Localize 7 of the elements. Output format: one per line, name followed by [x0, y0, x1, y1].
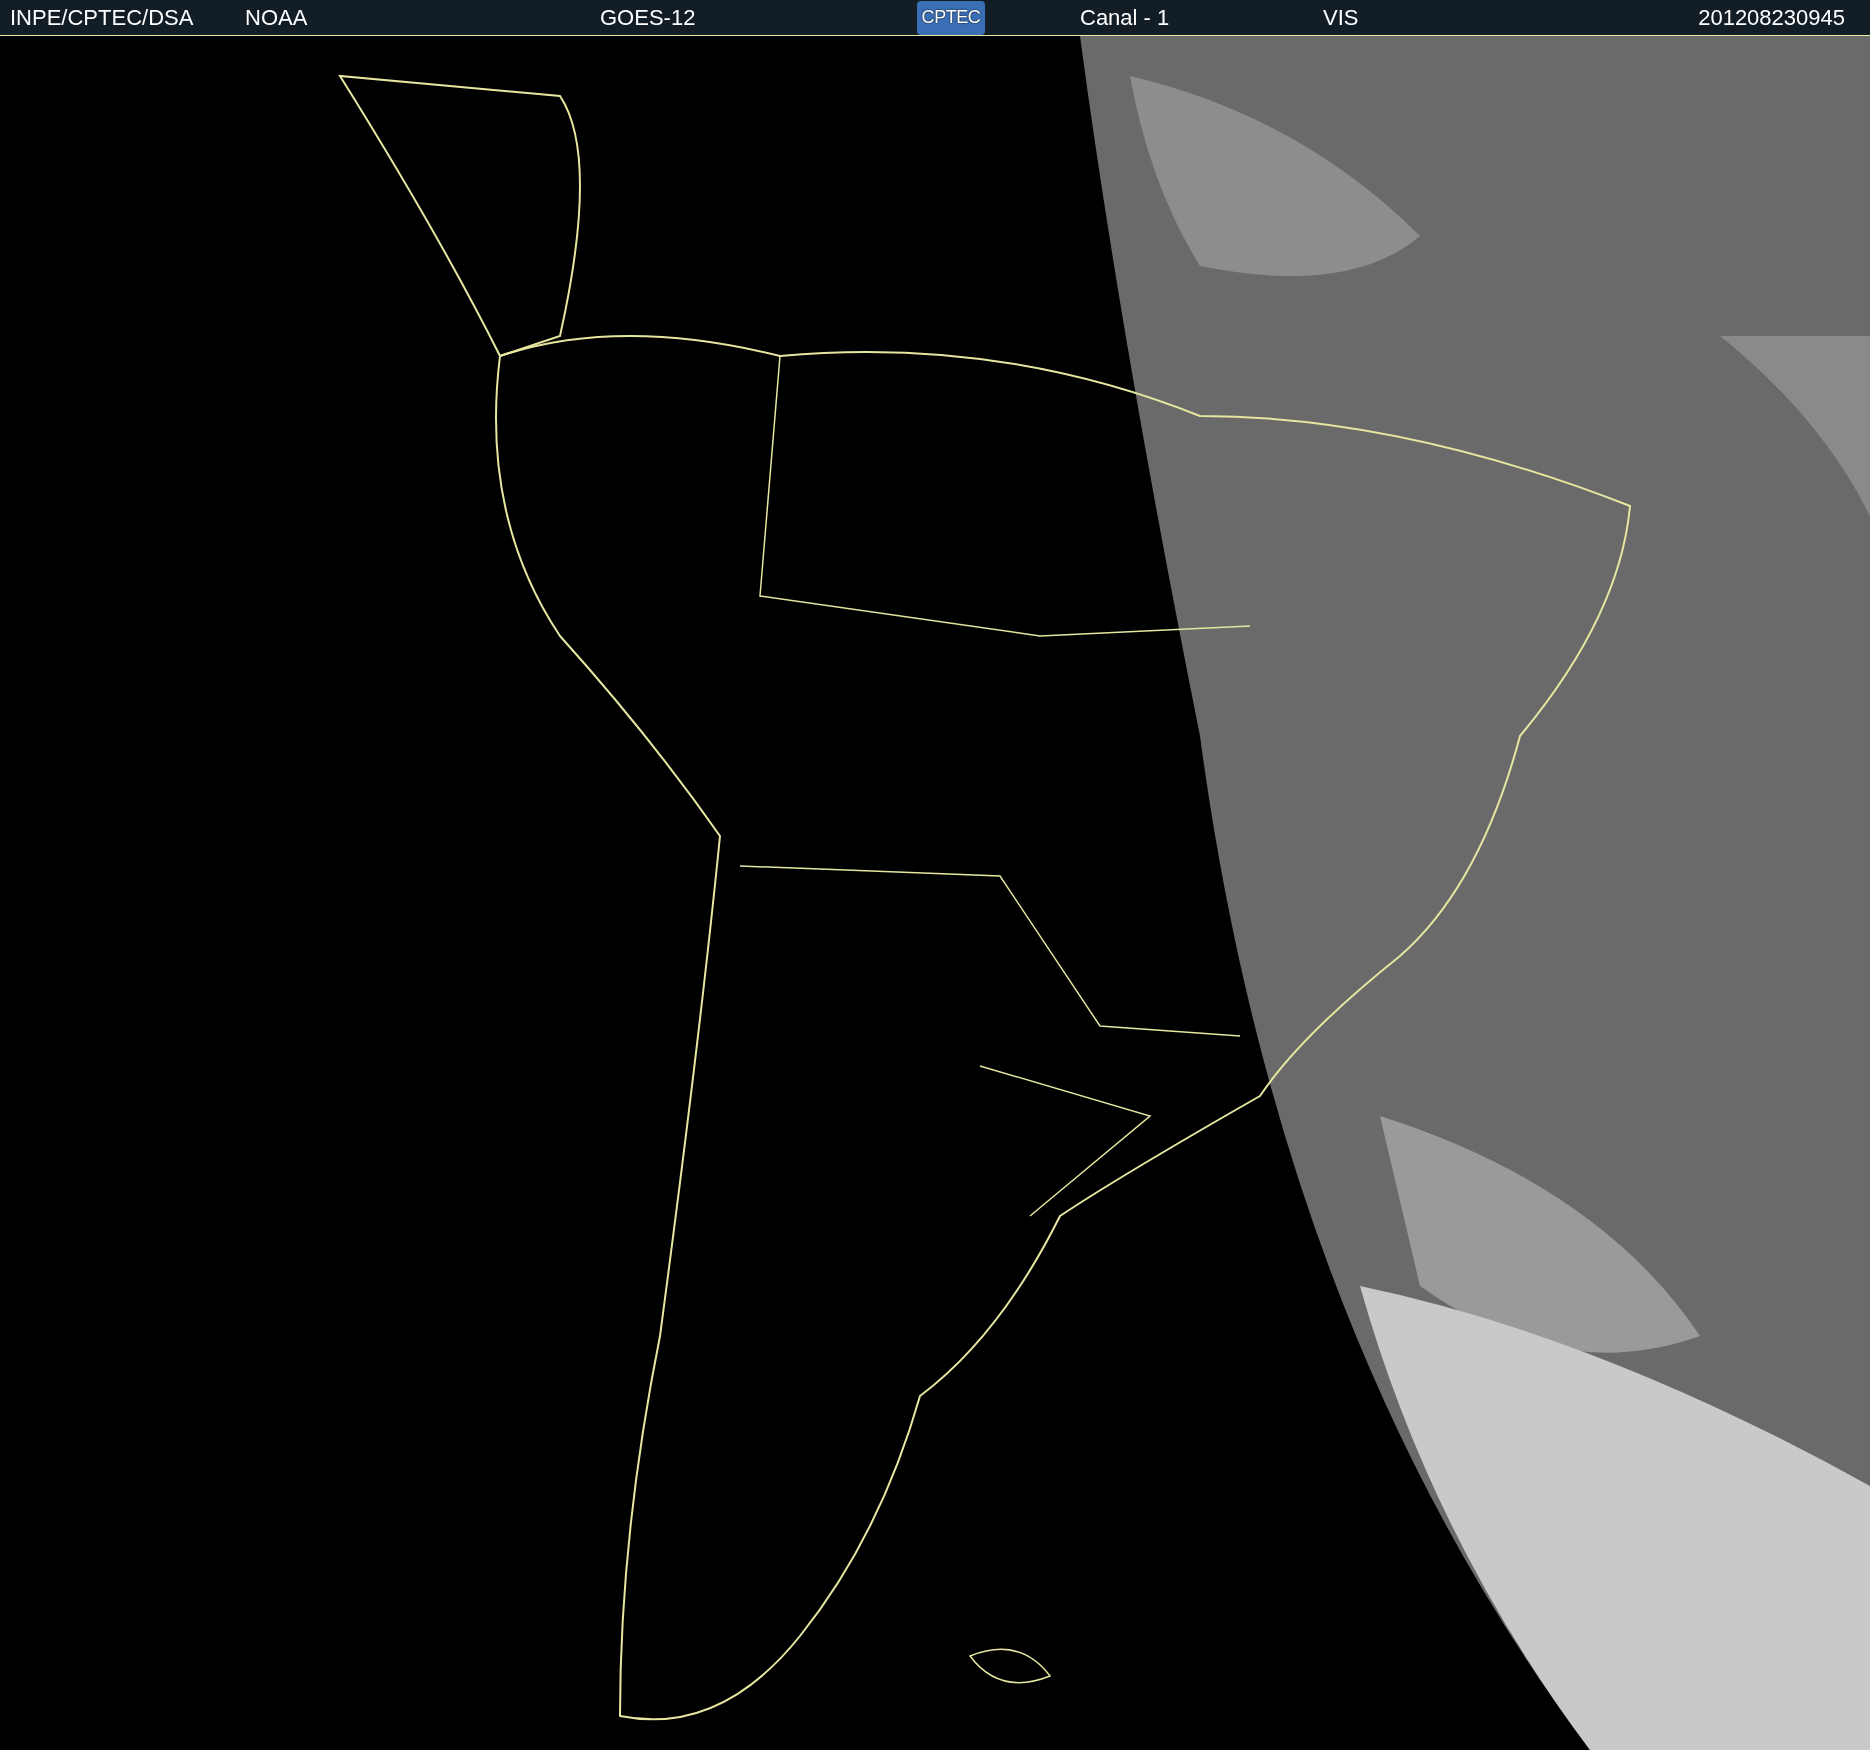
timestamp-label: 201208230945 [1698, 6, 1845, 29]
band-label: VIS [1323, 6, 1359, 29]
agency-label: NOAA [245, 6, 309, 29]
satellite-label: GOES-12 [600, 6, 697, 29]
channel-label: Canal - 1 [1080, 6, 1171, 29]
source-label: INPE/CPTEC/DSA [10, 6, 195, 29]
logo: CPTEC [917, 0, 985, 35]
